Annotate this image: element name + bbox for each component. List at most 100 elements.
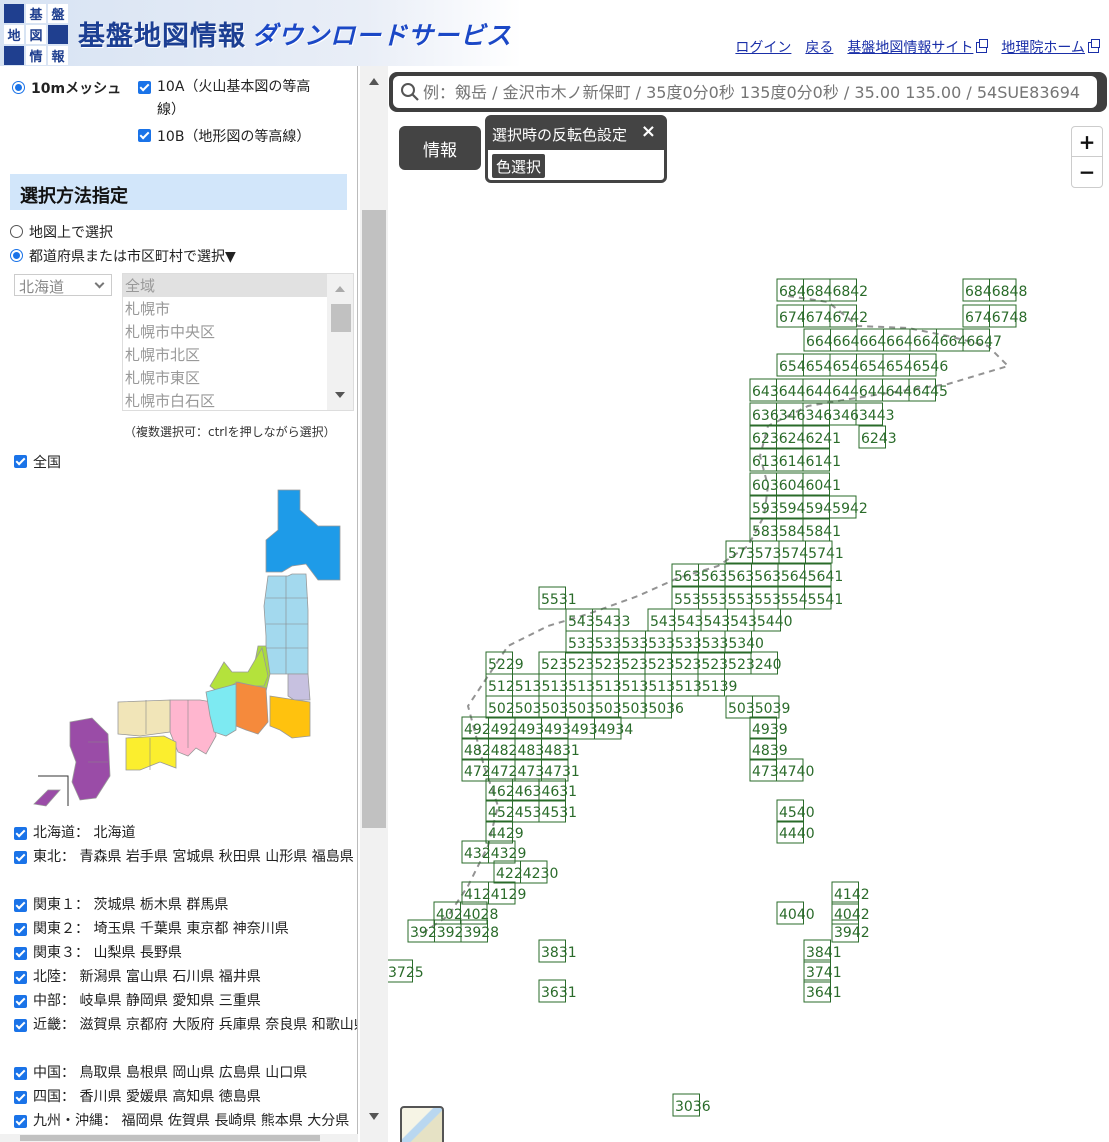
region-checkbox[interactable] — [14, 899, 27, 912]
region-okinawa[interactable] — [33, 789, 61, 807]
close-icon[interactable]: × — [641, 121, 656, 142]
login-link[interactable]: ログイン — [735, 37, 791, 57]
region-checkbox[interactable] — [14, 1091, 27, 1104]
option-10a[interactable]: 10A（火山基本図の等高 線） — [138, 78, 310, 122]
hscroll-thumb[interactable] — [20, 1135, 320, 1141]
zoom-in-button[interactable]: + — [1072, 127, 1102, 157]
mesh-10m-label: 10mメッシュ — [31, 81, 122, 97]
external-link-icon — [1088, 38, 1100, 53]
mesh-code-label: 6546546546546546546 — [779, 359, 948, 375]
all-japan-option[interactable]: 全国 — [14, 452, 61, 472]
prefecture-select[interactable]: 北海道 — [14, 274, 112, 296]
region-option[interactable]: 関東２： 埼玉県 千葉県 東京都 神奈川県 — [14, 920, 357, 941]
city-listbox[interactable]: 全域 札幌市 札幌市中央区 札幌市北区 札幌市東区 札幌市白石区 — [122, 273, 354, 411]
mesh-code-label: 4224230 — [496, 866, 558, 882]
scroll-up-icon[interactable] — [335, 286, 345, 292]
search-input[interactable] — [423, 76, 1095, 108]
region-label: 東北： 青森県 岩手県 宮城県 秋田県 山形県 福島県 — [33, 845, 357, 869]
region-name: 関東２： — [33, 921, 89, 937]
region-checkbox[interactable] — [14, 971, 27, 984]
region-option[interactable]: 四国： 香川県 愛媛県 高知県 徳島県 — [14, 1088, 357, 1109]
option-10a-checkbox[interactable] — [138, 81, 151, 94]
select-by-area-radio[interactable] — [10, 249, 23, 262]
mesh-code-label: 4824824834831 — [464, 743, 580, 759]
option-10b[interactable]: 10B（地形図の等高線） — [138, 126, 310, 146]
scroll-down-icon[interactable] — [369, 1113, 379, 1120]
mesh-10m-radio[interactable] — [12, 81, 25, 94]
mesh-10m-option[interactable]: 10mメッシュ — [12, 78, 121, 98]
region-checkbox[interactable] — [14, 851, 27, 864]
region-prefectures: 茨城県 栃木県 群馬県 — [93, 897, 229, 913]
mesh-code-label: 5025035035035035035036 — [488, 701, 684, 717]
search-bar — [389, 72, 1107, 112]
region-prefectures: 香川県 愛媛県 高知県 徳島県 — [79, 1089, 261, 1105]
back-link[interactable]: 戻る — [805, 37, 833, 57]
multi-select-note: （複数選択可：ctrlを押しながら選択） — [124, 425, 336, 439]
left-panel-scrollbar[interactable] — [360, 66, 388, 1142]
all-japan-checkbox[interactable] — [14, 455, 27, 468]
region-option[interactable]: 九州・沖縄： 福岡県 佐賀県 長崎県 熊本県 大分県 — [14, 1112, 357, 1133]
select-by-area-option[interactable]: 都道府県または市区町村で選択▼ — [10, 246, 236, 266]
mesh-code-label: 4939 — [752, 722, 788, 738]
select-on-map-option[interactable]: 地図上で選択 — [10, 222, 113, 242]
japan-region-map[interactable] — [0, 486, 358, 816]
region-kanto2[interactable] — [269, 695, 311, 739]
region-checkbox[interactable] — [14, 1067, 27, 1080]
region-hokkaido[interactable] — [265, 489, 341, 581]
select-by-area-label: 都道府県または市区町村で選択▼ — [29, 249, 236, 265]
option-10b-checkbox[interactable] — [138, 129, 151, 142]
region-chugoku[interactable] — [117, 699, 171, 737]
scroll-thumb[interactable] — [362, 210, 386, 828]
region-option[interactable]: 中部： 岐阜県 静岡県 愛知県 三重県 — [14, 992, 357, 1013]
mesh-code-label: 4540 — [779, 805, 815, 821]
city-option[interactable]: 札幌市白石区 — [123, 389, 327, 410]
map-view[interactable]: 6846846842 6846848 6746746742 6746748 664664… — [388, 66, 1109, 1142]
search-icon[interactable] — [400, 82, 420, 102]
color-select-button[interactable]: 色選択 — [492, 154, 546, 178]
region-shikoku[interactable] — [125, 735, 177, 771]
region-chubu[interactable] — [235, 681, 269, 735]
mesh-code-label: 5531 — [541, 592, 577, 608]
region-checkbox[interactable] — [14, 947, 27, 960]
kiban-site-link[interactable]: 基盤地図情報サイト — [847, 37, 989, 57]
base-layer-toggle[interactable] — [400, 1106, 444, 1142]
region-checkbox[interactable] — [14, 1115, 27, 1128]
mesh-code-label: 3923923928 — [410, 925, 499, 941]
mesh-code-label: 4124129 — [464, 887, 526, 903]
region-option[interactable]: 近畿： 滋賀県 京都府 大阪府 兵庫県 奈良県 和歌山県 — [14, 1013, 357, 1037]
zoom-out-button[interactable]: − — [1072, 157, 1102, 187]
scroll-thumb[interactable] — [331, 304, 351, 332]
city-option[interactable]: 札幌市北区 — [123, 343, 327, 366]
region-label: 近畿： 滋賀県 京都府 大阪府 兵庫県 奈良県 和歌山県 — [33, 1013, 357, 1037]
region-option[interactable]: 中国： 鳥取県 島根県 岡山県 広島県 山口県 — [14, 1064, 357, 1085]
region-checkbox[interactable] — [14, 1019, 27, 1032]
logo-char: 図 — [26, 25, 46, 44]
mesh-grid-layer[interactable]: 6846846842 6846848 6746746742 6746748 664664… — [388, 66, 1109, 1142]
region-checkbox[interactable] — [14, 827, 27, 840]
mesh-code-label: 3036 — [675, 1099, 711, 1115]
region-label: 北陸： 新潟県 富山県 石川県 福井県 — [33, 965, 357, 989]
city-list-scrollbar[interactable] — [327, 274, 353, 410]
info-button[interactable]: 情報 — [399, 126, 481, 170]
scroll-down-icon[interactable] — [335, 392, 345, 398]
city-option[interactable]: 札幌市 — [123, 297, 327, 320]
select-on-map-radio[interactable] — [10, 225, 23, 238]
city-option[interactable]: 全域 — [123, 274, 327, 297]
region-kyushu[interactable] — [69, 717, 111, 801]
region-option[interactable]: 北海道： 北海道 — [14, 824, 357, 845]
mesh-code-label: 4324329 — [464, 846, 526, 862]
region-option[interactable]: 関東１： 茨城県 栃木県 群馬県 — [14, 896, 357, 917]
region-option[interactable]: 東北： 青森県 岩手県 宮城県 秋田県 山形県 福島県 — [14, 845, 357, 869]
region-prefectures: 北海道 — [93, 825, 136, 841]
region-option[interactable]: 北陸： 新潟県 富山県 石川県 福井県 — [14, 965, 357, 989]
left-panel-hscrollbar[interactable] — [0, 1134, 358, 1142]
region-checkbox[interactable] — [14, 995, 27, 1008]
scroll-up-icon[interactable] — [369, 78, 379, 85]
region-checkbox[interactable] — [14, 923, 27, 936]
back-link-label: 戻る — [805, 40, 834, 56]
gsi-home-link[interactable]: 地理院ホーム — [1001, 37, 1100, 57]
region-kanto1[interactable] — [287, 673, 311, 701]
city-option[interactable]: 札幌市中央区 — [123, 320, 327, 343]
city-option[interactable]: 札幌市東区 — [123, 366, 327, 389]
region-option[interactable]: 関東３： 山梨県 長野県 — [14, 944, 357, 965]
